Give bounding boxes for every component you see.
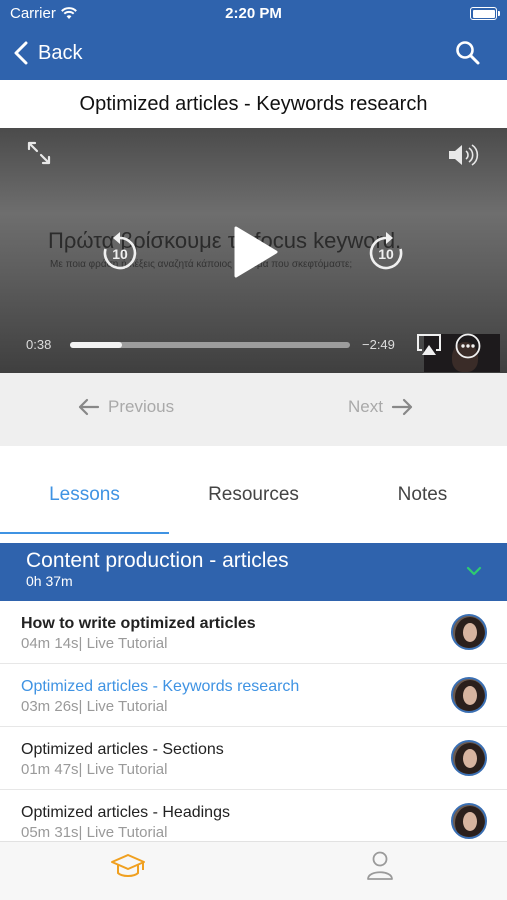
lesson-meta: 01m 47s| Live Tutorial: [21, 761, 168, 778]
previous-label: Previous: [108, 397, 175, 416]
tab-resources[interactable]: Resources: [169, 446, 338, 534]
back-button[interactable]: Back: [14, 38, 82, 68]
video-player[interactable]: Πρώτα βρίσκουμε το focus keyword. Με ποι…: [0, 128, 507, 373]
section-title: Content production - articles: [26, 549, 289, 572]
more-icon[interactable]: [455, 333, 481, 359]
back-chevron-icon: [14, 41, 28, 65]
lesson-row[interactable]: Optimized articles - Sections 01m 47s| L…: [0, 727, 507, 790]
lesson-title: Optimized articles - Sections: [21, 741, 224, 758]
graduation-cap-icon[interactable]: [110, 850, 146, 882]
status-bar: Carrier 2:20 PM: [0, 0, 507, 28]
tab-notes[interactable]: Notes: [338, 446, 507, 534]
lesson-title: Optimized articles - Keywords research: [21, 678, 300, 695]
arrow-left-icon: [78, 398, 100, 416]
status-time: 2:20 PM: [225, 5, 282, 22]
section-header[interactable]: Content production - articles 0h 37m: [0, 543, 507, 601]
lesson-row-current[interactable]: Optimized articles - Keywords research 0…: [0, 664, 507, 727]
back-label: Back: [38, 41, 83, 64]
rewind-10-label: 10: [112, 246, 128, 262]
rewind-10-button[interactable]: 10: [100, 230, 140, 274]
arrow-right-icon: [391, 398, 413, 416]
fullscreen-icon[interactable]: [26, 140, 52, 166]
forward-10-icon: 10: [369, 232, 403, 270]
next-button[interactable]: Next: [348, 397, 413, 417]
search-icon[interactable]: [455, 40, 481, 66]
content-tabs: Lessons Resources Notes: [0, 446, 507, 534]
page-title: Optimized articles - Keywords research: [0, 80, 507, 128]
section-duration: 0h 37m: [26, 573, 73, 589]
person-icon[interactable]: [362, 850, 398, 882]
remaining-time: −2:49: [362, 337, 395, 352]
instructor-avatar: [451, 677, 487, 713]
elapsed-time: 0:38: [26, 337, 52, 352]
lesson-row[interactable]: How to write optimized articles 04m 14s|…: [0, 601, 507, 664]
progress-scrubber[interactable]: [70, 342, 350, 348]
instructor-avatar: [451, 740, 487, 776]
instructor-avatar: [451, 614, 487, 650]
lesson-meta: 05m 31s| Live Tutorial: [21, 824, 168, 841]
lesson-title: Optimized articles - Headings: [21, 804, 230, 821]
rewind-10-icon: 10: [103, 232, 137, 270]
lesson-list: How to write optimized articles 04m 14s|…: [0, 601, 507, 841]
previous-button[interactable]: Previous: [78, 397, 174, 417]
play-icon[interactable]: [230, 224, 280, 280]
video-slide-subtext: Με ποια φράση ή λέξεις αναζητά κάποιος τ…: [50, 259, 353, 270]
chevron-down-icon: [466, 566, 482, 576]
lesson-row[interactable]: Optimized articles - Headings 05m 31s| L…: [0, 790, 507, 841]
forward-10-button[interactable]: 10: [366, 230, 406, 274]
next-label: Next: [348, 397, 383, 416]
battery-icon: [470, 7, 500, 20]
progress-played: [70, 342, 122, 348]
lesson-meta: 04m 14s| Live Tutorial: [21, 635, 168, 652]
tab-lessons[interactable]: Lessons: [0, 446, 169, 534]
instructor-avatar: [451, 803, 487, 839]
tab-indicator: [0, 532, 169, 534]
lesson-title: How to write optimized articles: [21, 615, 256, 632]
navigation-bar: Back: [0, 28, 507, 80]
bottom-tab-bar: [0, 841, 507, 900]
airplay-icon[interactable]: [416, 333, 442, 357]
forward-10-label: 10: [378, 246, 394, 262]
lesson-meta: 03m 26s| Live Tutorial: [21, 698, 168, 715]
lesson-navigation: Previous Next: [0, 373, 507, 446]
volume-icon[interactable]: [447, 142, 483, 168]
